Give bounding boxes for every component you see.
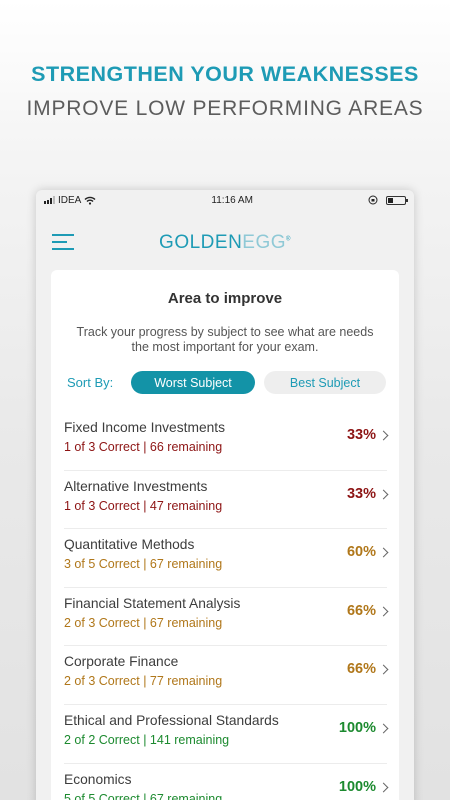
status-time: 11:16 AM	[211, 194, 253, 206]
subject-row[interactable]: Corporate Finance 2 of 3 Correct | 77 re…	[64, 646, 389, 705]
subject-row[interactable]: Economics 5 of 5 Correct | 67 remaining …	[64, 764, 389, 800]
chevron-right-icon	[378, 782, 389, 793]
app-logo: GOLDENEGG®	[36, 232, 414, 254]
status-bar: IDEA 11:16 AM	[36, 190, 414, 210]
card-description: Track your progress by subject to see wh…	[76, 325, 374, 354]
sort-best-subject-button[interactable]: Best Subject	[264, 371, 386, 394]
area-to-improve-card: Area to improve Track your progress by s…	[51, 270, 399, 800]
logo-main-text: GOLDEN	[159, 232, 243, 253]
sort-label: Sort By:	[67, 375, 114, 390]
subject-percent: 33%	[346, 427, 376, 443]
chevron-right-icon	[378, 664, 389, 675]
headline-secondary: IMPROVE LOW PERFORMING AREAS	[26, 97, 424, 120]
chevron-right-icon	[378, 723, 389, 734]
wifi-icon	[84, 196, 96, 205]
subject-name: Financial Statement Analysis	[64, 595, 241, 611]
carrier-label: IDEA	[58, 194, 82, 206]
chevron-right-icon	[378, 547, 389, 558]
subject-stats: 1 of 3 Correct | 66 remaining	[64, 440, 223, 454]
subject-percent: 100%	[338, 719, 376, 736]
subject-stats: 2 of 3 Correct | 77 remaining	[64, 674, 223, 689]
subject-name: Alternative Investments	[64, 478, 208, 494]
subject-stats: 2 of 2 Correct | 141 remaining	[64, 732, 230, 747]
subject-name: Quantitative Methods	[64, 537, 195, 553]
logo-mark: ®	[286, 236, 291, 243]
chevron-right-icon	[378, 430, 389, 441]
subject-row[interactable]: Quantitative Methods 3 of 5 Correct | 67…	[64, 529, 389, 588]
subject-percent: 100%	[338, 778, 376, 795]
subject-row[interactable]: Fixed Income Investments 1 of 3 Correct …	[64, 412, 389, 471]
subject-percent: 60%	[346, 544, 376, 561]
subject-percent: 66%	[346, 661, 376, 678]
subject-name: Ethical and Professional Standards	[64, 712, 279, 728]
subject-name: Economics	[64, 771, 132, 787]
subject-row[interactable]: Financial Statement Analysis 2 of 3 Corr…	[64, 588, 389, 647]
subject-stats: 2 of 3 Correct | 67 remaining	[64, 615, 223, 630]
chevron-right-icon	[378, 606, 389, 617]
subject-percent: 33%	[346, 485, 376, 502]
card-title: Area to improve	[167, 290, 283, 307]
sort-controls: Sort By: Worst Subject Best Subject	[67, 371, 399, 394]
sort-worst-subject-button[interactable]: Worst Subject	[131, 371, 255, 394]
subject-name: Corporate Finance	[64, 654, 179, 670]
chevron-right-icon	[378, 489, 389, 500]
subject-row[interactable]: Ethical and Professional Standards 2 of …	[64, 705, 389, 764]
screen: { "headline": { "line1": "STRENGTHEN YOU…	[0, 0, 450, 800]
battery-icon	[385, 195, 408, 205]
phone-frame: IDEA 11:16 AM GOLDENEGG® Area to improve…	[36, 190, 414, 800]
subject-stats: 1 of 3 Correct | 47 remaining	[64, 498, 223, 513]
headline-primary: STRENGTHEN YOUR WEAKNESSES	[31, 62, 419, 86]
signal-icon	[44, 196, 55, 204]
logo-accent-text: EGG	[242, 232, 287, 253]
orientation-lock-icon	[368, 195, 378, 205]
subject-stats: 5 of 5 Correct | 67 remaining	[64, 791, 223, 800]
app-header: GOLDENEGG®	[36, 210, 414, 270]
subject-name: Fixed Income Investments	[64, 420, 226, 435]
subject-list: Fixed Income Investments 1 of 3 Correct …	[51, 412, 399, 800]
subject-percent: 66%	[346, 602, 376, 619]
subject-row[interactable]: Alternative Investments 1 of 3 Correct |…	[64, 471, 389, 530]
subject-stats: 3 of 5 Correct | 67 remaining	[64, 557, 223, 572]
